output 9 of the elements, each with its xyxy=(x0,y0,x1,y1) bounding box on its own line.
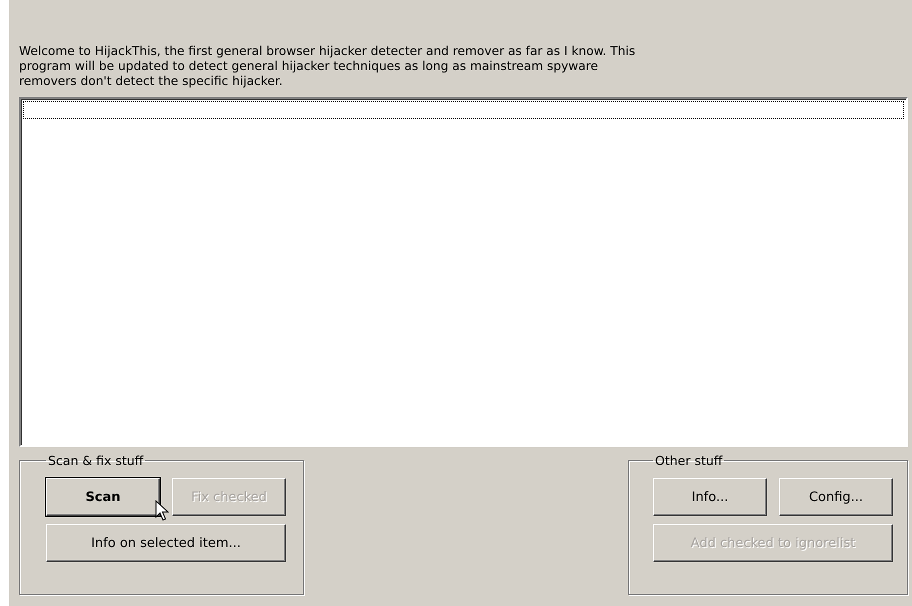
results-list[interactable] xyxy=(19,97,908,447)
button[interactable]: Info on selected item... xyxy=(46,524,286,562)
cursor-icon xyxy=(155,500,169,522)
intro-text: Welcome to HijackThis, the first general browser hijacker detecter and remover as far as I know. This program will be updated to detect general hijacker techniques as long as mainstream spyware removers don't detect the specific hijacker. xyxy=(19,44,636,89)
group-title: Other stuff xyxy=(654,453,724,468)
group-title: Scan & fix stuff xyxy=(47,453,144,468)
button[interactable]: Scan xyxy=(46,478,160,516)
button[interactable]: Info... xyxy=(653,478,767,516)
button[interactable]: Config... xyxy=(779,478,893,516)
